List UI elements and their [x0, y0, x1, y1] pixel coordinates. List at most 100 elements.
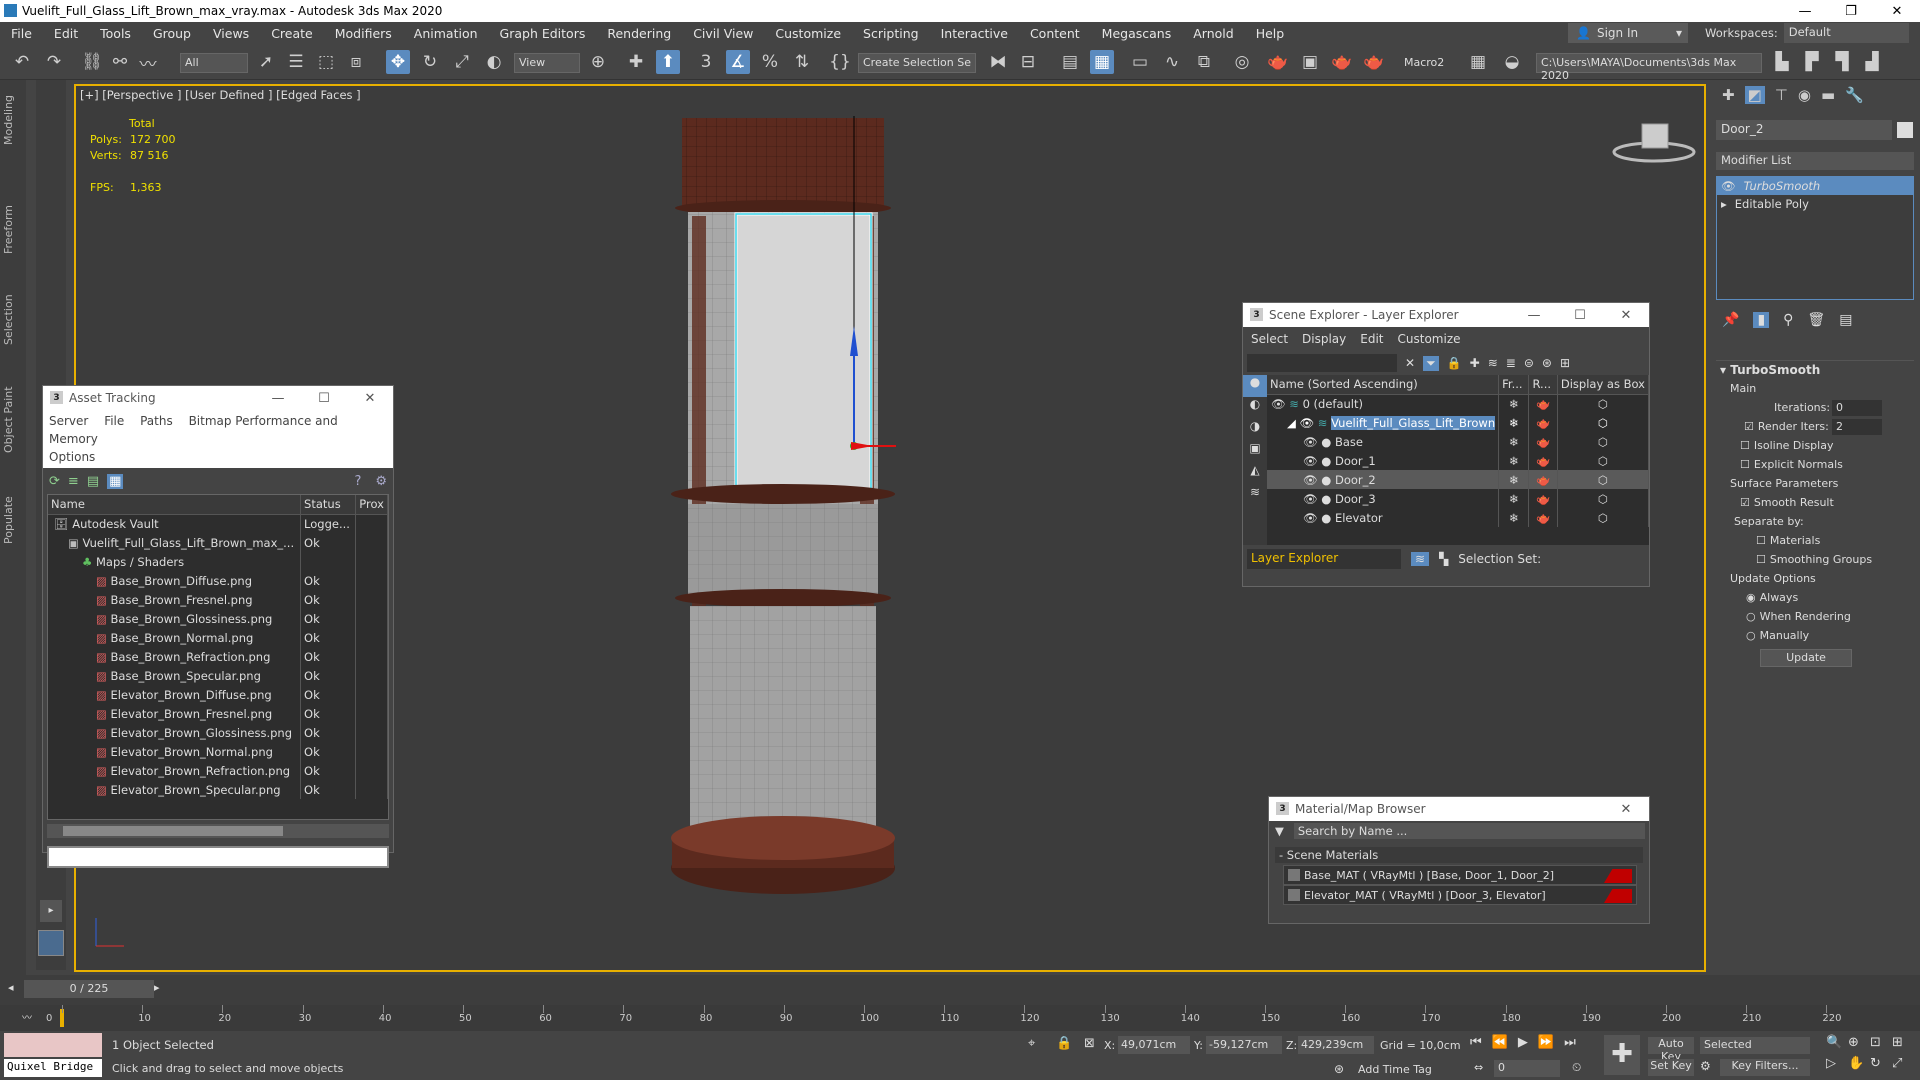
close-icon[interactable]: ✕: [1874, 0, 1920, 22]
create-tab-icon[interactable]: ✚: [1722, 86, 1735, 104]
column-header[interactable]: Name: [48, 495, 302, 515]
render-icon[interactable]: 🫖: [1536, 454, 1550, 468]
column-header[interactable]: Status: [300, 495, 357, 515]
se-menu-display[interactable]: Display: [1302, 332, 1346, 346]
refresh-icon[interactable]: ⟳: [49, 474, 60, 489]
menu-customize[interactable]: Customize: [764, 26, 852, 41]
menu-tools[interactable]: Tools: [89, 26, 142, 41]
maximize-viewport-icon[interactable]: ⤢: [1892, 1056, 1914, 1071]
table-row[interactable]: ▨ Base_Brown_Fresnel.png Ok: [48, 590, 388, 609]
toggle-ribbon-icon[interactable]: ▭: [1128, 50, 1152, 74]
layers-icon-4[interactable]: ⊛: [1542, 356, 1552, 370]
time-slider[interactable]: ◂ 0 / 225 ▸: [0, 975, 1920, 1005]
select-manipulate-icon[interactable]: ✚: [624, 50, 648, 74]
material-item[interactable]: Elevator_MAT ( VRayMtl ) [Door_3, Elevat…: [1283, 885, 1637, 905]
rect-selection-icon[interactable]: ⬚: [314, 50, 338, 74]
table-row[interactable]: ▨ Elevator_Brown_Diffuse.png Ok: [48, 685, 388, 704]
table-row[interactable]: ▨ Elevator_Brown_Normal.png Ok: [48, 742, 388, 761]
rollout-title[interactable]: ▾ TurboSmooth: [1716, 360, 1914, 379]
play-icon[interactable]: ▶: [1518, 1035, 1528, 1050]
edit-named-sets-icon[interactable]: {}: [828, 50, 852, 74]
freeze-icon[interactable]: ❄: [1509, 511, 1519, 525]
utilities-tab-icon[interactable]: 🔧: [1845, 86, 1864, 104]
table-row[interactable]: 👁 ● Door_1 ❄ 🫖 ⬡: [1267, 451, 1649, 470]
move-icon[interactable]: ✥: [386, 50, 410, 74]
keyboard-shortcut-icon[interactable]: ⬆: [656, 50, 680, 74]
project-icon-3[interactable]: ▜: [1830, 50, 1854, 74]
box-display-icon[interactable]: ⬡: [1598, 397, 1608, 411]
menu-edit[interactable]: Edit: [43, 26, 89, 41]
key-mode-icon[interactable]: ⇔: [1474, 1061, 1483, 1074]
time-tag-icon[interactable]: ⊛: [1334, 1062, 1344, 1076]
placement-icon[interactable]: ◐: [482, 50, 506, 74]
table-row[interactable]: ♣ Maps / Shaders: [48, 552, 388, 571]
menu-file[interactable]: File: [104, 414, 124, 428]
set-key-button[interactable]: Set Key: [1648, 1059, 1694, 1076]
menu-create[interactable]: Create: [260, 26, 324, 41]
zoom-extents-icon[interactable]: ⊡: [1870, 1035, 1892, 1050]
modify-tab-icon[interactable]: ◩: [1744, 86, 1765, 104]
explorer-mode-select[interactable]: Layer Explorer: [1247, 549, 1401, 569]
menu-file[interactable]: File: [0, 26, 43, 41]
set-key-big-icon[interactable]: ✚: [1604, 1035, 1640, 1075]
minimize-icon[interactable]: —: [1782, 0, 1828, 22]
table-row[interactable]: ▨ Base_Brown_Glossiness.png Ok: [48, 609, 388, 628]
undo-icon[interactable]: ↶: [10, 50, 34, 74]
close-icon[interactable]: ✕: [1603, 303, 1649, 327]
menu-group[interactable]: Group: [142, 26, 202, 41]
menu-paths[interactable]: Paths: [140, 414, 173, 428]
display-icon-2[interactable]: ◐: [1243, 397, 1267, 419]
hierarchy-tab-icon[interactable]: ⊤: [1775, 86, 1788, 104]
key-mode-select[interactable]: Selected: [1700, 1037, 1810, 1054]
layers-icon[interactable]: ≋: [1488, 356, 1498, 370]
when-rendering-radio[interactable]: ○: [1746, 610, 1756, 623]
next-frame-icon[interactable]: ▸: [154, 981, 160, 994]
explicit-normals-checkbox[interactable]: ☐: [1740, 458, 1750, 471]
helper-icon[interactable]: ◭: [1243, 463, 1267, 485]
table-icon[interactable]: ▤: [87, 474, 99, 489]
table-row[interactable]: ▣ Vuelift_Full_Glass_Lift_Brown_max_... O…: [48, 533, 388, 552]
lock-icon[interactable]: 🔒: [1447, 356, 1462, 370]
horizontal-scrollbar[interactable]: [47, 824, 389, 838]
minimize-icon[interactable]: —: [255, 386, 301, 410]
grid-view-icon[interactable]: ▦: [107, 473, 124, 489]
project-icon-4[interactable]: ▟: [1860, 50, 1884, 74]
filter-icon[interactable]: ⏷: [1423, 355, 1439, 371]
curve-editor-mini-icon[interactable]: 〰: [22, 1009, 32, 1024]
table-row[interactable]: 🗄 Autodesk Vault Logge...: [48, 514, 388, 533]
table-row[interactable]: 👁 ● Base ❄ 🫖 ⬡: [1267, 432, 1649, 451]
asset-path-field[interactable]: [47, 846, 389, 868]
workspace-select[interactable]: Default: [1783, 23, 1909, 43]
toggle-layer-explorer-icon[interactable]: ▦: [1090, 50, 1114, 74]
list-icon[interactable]: ≡: [68, 474, 79, 489]
iterations-spinner[interactable]: 0: [1832, 399, 1882, 416]
clear-icon[interactable]: ✕: [1405, 356, 1415, 370]
menu-animation[interactable]: Animation: [403, 26, 489, 41]
auto-key-button[interactable]: Auto Key: [1648, 1037, 1694, 1063]
menu-rendering[interactable]: Rendering: [596, 26, 682, 41]
menu-graph-editors[interactable]: Graph Editors: [489, 26, 597, 41]
percent-snap-icon[interactable]: %: [758, 50, 782, 74]
column-header[interactable]: Prox: [355, 495, 388, 515]
eye-icon[interactable]: 👁: [1300, 416, 1318, 430]
bind-space-warp-icon[interactable]: 〰: [136, 50, 160, 75]
grid-icon[interactable]: ▦: [1466, 50, 1490, 74]
render-production-icon[interactable]: 🫖: [1330, 50, 1354, 74]
snap-toggle-icon[interactable]: 3: [694, 50, 718, 74]
selection-filter-select[interactable]: All: [180, 53, 248, 73]
menu-interactive[interactable]: Interactive: [930, 26, 1019, 41]
project-path-select[interactable]: C:\Users\MAYA\Documents\3ds Max 2020: [1536, 53, 1762, 82]
spinner-snap-icon[interactable]: ⇅: [790, 50, 814, 74]
x-coordinate-field[interactable]: 49,071cm: [1118, 1036, 1190, 1054]
smooth-result-checkbox[interactable]: ☑: [1740, 496, 1750, 509]
align-icon[interactable]: ⊟: [1016, 50, 1040, 74]
scene-materials-group[interactable]: - Scene Materials: [1275, 847, 1643, 863]
se-menu-select[interactable]: Select: [1251, 332, 1288, 346]
column-header[interactable]: Fr...: [1498, 375, 1530, 395]
close-icon[interactable]: ✕: [347, 386, 393, 410]
menu-arnold[interactable]: Arnold: [1182, 26, 1244, 41]
render-icon[interactable]: 🫖: [1536, 511, 1550, 525]
project-folder-icon[interactable]: ▙: [1770, 50, 1794, 74]
scale-icon[interactable]: ⤢: [450, 50, 474, 74]
freeze-icon[interactable]: ❄: [1509, 416, 1519, 430]
